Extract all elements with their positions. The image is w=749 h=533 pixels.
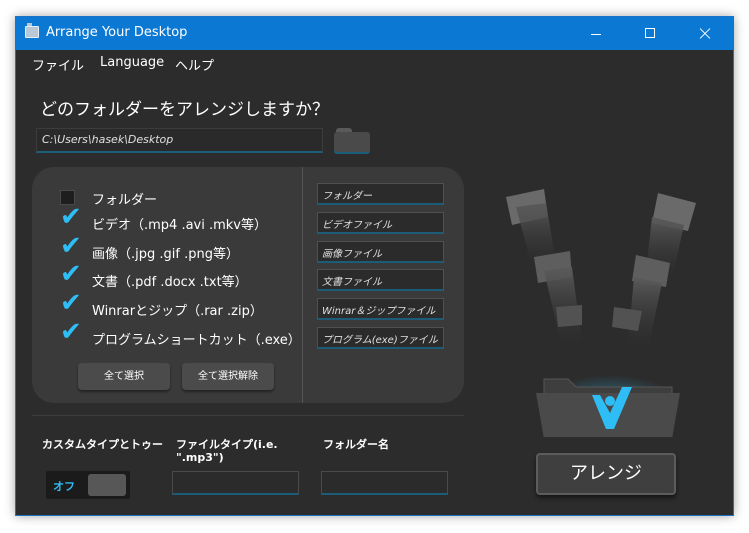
category-label: 文書（.pdf .docx .txt等） [92,275,248,290]
checkmark-icon[interactable]: ✔ [60,261,82,287]
folder-name-field[interactable]: フォルダー [317,183,444,205]
checkmark-icon[interactable]: ✔ [60,319,82,345]
browse-folder-button[interactable] [334,128,372,154]
window-title: Arrange Your Desktop [46,25,188,40]
maximize-icon [645,28,655,38]
maximize-button[interactable] [627,17,673,50]
falling-folder-icon [628,255,670,349]
minimize-button[interactable] [573,17,619,50]
arrange-button[interactable]: アレンジ [536,453,676,495]
toggle-knob[interactable] [88,474,126,496]
app-window: Arrange Your Desktop ファイル Language ヘルプ ど… [15,16,734,516]
filetype-label: ファイルタイプ(i.e. ".mp3") [176,438,278,464]
folder-name-field[interactable]: 文書ファイル [317,269,444,291]
falling-folder-icon [534,251,582,347]
folder-name-input[interactable] [321,471,448,495]
menu-bar: ファイル Language ヘルプ [16,50,733,76]
category-label: Winrarとジップ（.rar .zip） [92,304,263,319]
folder-name-field[interactable]: 画像ファイル [317,241,444,263]
panel-divider [302,167,303,403]
category-label: 画像（.jpg .gif .png等） [92,247,239,262]
app-folder-icon [25,23,39,38]
target-folder-icon [536,378,680,437]
minimize-icon [591,34,601,35]
category-label: ビデオ（.mp4 .avi .mkv等） [92,218,268,233]
checkmark-icon[interactable]: ✔ [60,290,82,316]
toggle-state-label: オフ [53,480,75,493]
close-button[interactable] [681,17,727,50]
filetype-input[interactable] [172,471,299,495]
menu-language[interactable]: Language [100,55,164,70]
title-bar: Arrange Your Desktop [16,17,733,50]
menu-file[interactable]: ファイル [32,55,84,74]
checkmark-icon[interactable]: ✔ [60,204,82,230]
custom-type-toggle[interactable]: オフ [46,471,130,499]
select-all-button[interactable]: 全て選択 [78,363,170,390]
folder-path-input[interactable]: C:\Users\hasek\Desktop [36,128,323,153]
arrange-folders-illustration [506,189,696,437]
custom-type-label: カスタムタイプとトゥー [42,438,163,451]
category-label: フォルダー [92,193,158,208]
checkmark-icon[interactable]: ✔ [60,233,82,259]
folder-name-field[interactable]: ビデオファイル [317,212,444,234]
folder-question: どのフォルダーをアレンジしますか？ [40,100,329,120]
folder-name-field[interactable]: Winrar＆ジップファイル [317,298,444,320]
deselect-all-button[interactable]: 全て選択解除 [182,363,274,390]
category-label: プログラムショートカット（.exe） [92,333,301,348]
menu-help[interactable]: ヘルプ [175,55,214,74]
section-divider [32,415,464,416]
folder-name-field[interactable]: プログラム(exe)ファイル [317,327,444,349]
folder-name-label: フォルダー名 [323,438,389,451]
